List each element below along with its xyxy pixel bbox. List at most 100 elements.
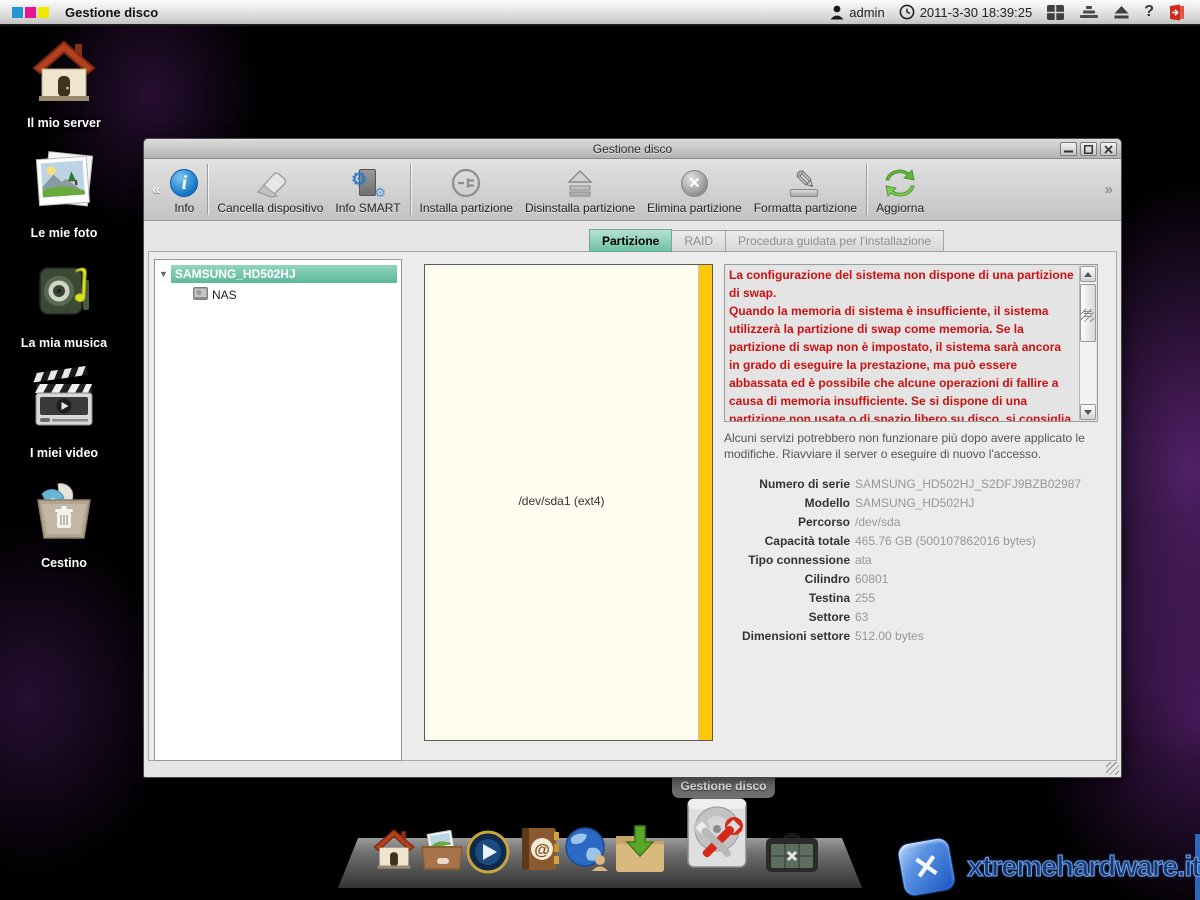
dock-disk-management-icon[interactable] [676, 795, 758, 878]
disk-details: Numero di serieSAMSUNG_HD502HJ_S2DFJ9BZB… [724, 474, 1098, 645]
eject-icon[interactable] [1113, 5, 1130, 20]
scrollbar-thumb[interactable] [1080, 284, 1096, 342]
tab-raid[interactable]: RAID [672, 230, 726, 252]
warning-scrollbar[interactable] [1079, 266, 1096, 420]
desktop-icon-label: Cestino [14, 556, 114, 570]
scroll-down-icon[interactable] [1080, 404, 1096, 420]
help-icon[interactable]: ? [1144, 3, 1154, 21]
warning-paragraph-2: Quando la memoria di sistema è insuffici… [729, 302, 1075, 422]
video-icon [28, 423, 100, 440]
maximize-button[interactable] [1080, 142, 1097, 156]
window-title: Gestione disco [593, 142, 672, 156]
plug-icon [450, 165, 482, 201]
desktop-icon-label: La mia musica [14, 336, 114, 350]
site-watermark: ✕ xtremehardware.it [900, 836, 1200, 898]
tab-partizione[interactable]: Partizione [589, 229, 672, 252]
uninstall-partition-button[interactable]: Disinstalla partizione [519, 159, 641, 220]
delete-icon: ✕ [681, 165, 708, 201]
minimize-button[interactable] [1060, 142, 1077, 156]
disk-management-window: Gestione disco « i Info [143, 138, 1122, 778]
detail-row-cylinder: Cilindro60801 [724, 569, 1098, 588]
refresh-button[interactable]: Aggiorna [870, 159, 930, 220]
dock-web-icon[interactable] [563, 826, 611, 877]
clock-display: 2011-3-30 18:39:25 [899, 4, 1033, 20]
erase-device-button[interactable]: Cancella dispositivo [211, 159, 329, 220]
detail-row-sector: Settore63 [724, 607, 1098, 626]
info-icon: i [170, 165, 198, 201]
logo-square-blue [12, 7, 23, 18]
active-app-title: Gestione disco [65, 5, 158, 20]
window-content: ▼ SAMSUNG_HD502HJ NAS /dev/sda1 (ext4) L… [148, 251, 1117, 761]
window-titlebar[interactable]: Gestione disco [144, 139, 1121, 159]
warning-paragraph-1: La configurazione del sistema non dispon… [729, 266, 1075, 302]
resize-grip[interactable] [1106, 762, 1119, 775]
detail-row-capacity: Capacità totale465.76 GB (500107862016 b… [724, 531, 1098, 550]
smart-info-button[interactable]: ⚙⚙ Info SMART [329, 159, 406, 220]
desktop-icon-server[interactable]: Il mio server [14, 36, 114, 130]
install-partition-button[interactable]: Installa partizione [414, 159, 519, 220]
tree-node-nas[interactable]: NAS [193, 287, 401, 303]
dock-media-player-icon[interactable] [466, 830, 510, 879]
tree-nas-label: NAS [212, 288, 237, 302]
trash-icon [28, 533, 100, 550]
logo-square-pink [25, 7, 36, 18]
tree-node-disk[interactable]: ▼ SAMSUNG_HD502HJ [159, 265, 397, 283]
logo-square-yellow [38, 7, 49, 18]
desktop-icon-trash[interactable]: Cestino [14, 476, 114, 570]
desktop-icon-music[interactable]: La mia musica [14, 256, 114, 350]
music-icon [28, 313, 100, 330]
device-tree: ▼ SAMSUNG_HD502HJ NAS [154, 259, 402, 761]
clock-icon [899, 4, 915, 20]
detail-row-sector-size: Dimensioni settore512.00 bytes [724, 626, 1098, 645]
pencil-icon: ✎ [788, 165, 822, 201]
dock-photos-icon[interactable] [417, 830, 467, 877]
dock-home-icon[interactable] [370, 826, 418, 877]
toolbar-scroll-left[interactable]: « [148, 181, 164, 198]
desktop-icon-label: I miei video [14, 446, 114, 460]
dock-contacts-icon[interactable]: @ [518, 826, 562, 877]
datetime: 2011-3-30 18:39:25 [920, 5, 1033, 20]
app-grid-icon[interactable] [1046, 4, 1065, 21]
format-partition-button[interactable]: ✎ Formatta partizione [748, 159, 863, 220]
detail-row-path: Percorso/dev/sda [724, 512, 1098, 531]
logout-icon[interactable] [1168, 4, 1186, 21]
desktop-icon-label: Le mie foto [14, 226, 114, 240]
toolbar-scroll-right[interactable]: » [1101, 181, 1117, 198]
delete-partition-button[interactable]: ✕ Elimina partizione [641, 159, 748, 220]
toolbar-separator [410, 164, 411, 215]
window-toolbar: « i Info Cancella dispositivo ⚙⚙ Info SM… [144, 159, 1121, 221]
system-logo[interactable] [12, 7, 49, 18]
eject-partition-icon [563, 165, 597, 201]
username: admin [849, 5, 884, 20]
toolbar-separator [207, 164, 208, 215]
tree-expand-caret[interactable]: ▼ [159, 269, 168, 279]
devices-icon[interactable] [1079, 5, 1099, 19]
detail-row-head: Testina255 [724, 588, 1098, 607]
info-panel: La configurazione del sistema non dispon… [724, 264, 1098, 645]
swap-warning-box: La configurazione del sistema non dispon… [724, 264, 1098, 422]
close-button[interactable] [1100, 142, 1117, 156]
refresh-icon [884, 165, 916, 201]
desktop-icon-photos[interactable]: Le mie foto [14, 146, 114, 240]
watermark-text: xtremehardware.it [967, 851, 1200, 884]
scroll-up-icon[interactable] [1080, 266, 1096, 282]
service-notice: Alcuni servizi potrebbero non funzionare… [724, 430, 1096, 462]
partition-map[interactable]: /dev/sda1 (ext4) [424, 264, 713, 741]
dock-toolbox-icon[interactable] [764, 832, 820, 879]
desktop-icon-video[interactable]: I miei video [14, 366, 114, 460]
window-statusbar [144, 761, 1121, 777]
detail-row-model: ModelloSAMSUNG_HD502HJ [724, 493, 1098, 512]
tab-installation-wizard[interactable]: Procedura guidata per l'installazione [726, 230, 944, 252]
smart-icon: ⚙⚙ [353, 165, 383, 201]
partition-label: /dev/sda1 (ext4) [425, 494, 698, 508]
tab-bar: Partizione RAID Procedura guidata per l'… [589, 229, 944, 252]
user-menu[interactable]: admin [830, 5, 884, 20]
home-icon [28, 93, 100, 110]
svg-text:@: @ [534, 842, 550, 859]
hdd-icon [193, 287, 208, 303]
info-button[interactable]: i Info [164, 159, 204, 220]
user-icon [830, 5, 844, 20]
tree-disk-label[interactable]: SAMSUNG_HD502HJ [171, 265, 397, 283]
watermark-x-logo: ✕ [896, 836, 958, 898]
dock-download-icon[interactable] [613, 822, 667, 877]
